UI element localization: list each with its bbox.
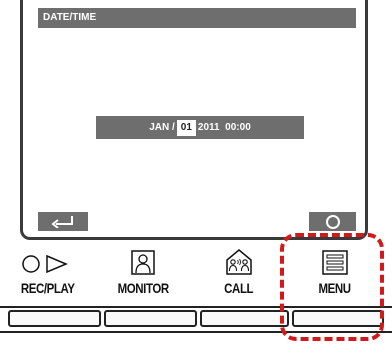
- monitor-key[interactable]: MONITOR: [98, 248, 188, 300]
- date-time-setting[interactable]: JAN / 01 2011 00:00: [96, 116, 304, 139]
- rec-play-key[interactable]: REC/PLAY: [3, 248, 93, 300]
- monitor-hard-button[interactable]: [104, 310, 197, 327]
- day-value-selected[interactable]: 01: [176, 119, 196, 136]
- monitor-label: MONITOR: [117, 280, 169, 296]
- monitor-icon: [131, 250, 155, 275]
- rec-play-icons: [20, 248, 76, 276]
- confirm-button[interactable]: [309, 212, 356, 231]
- intercom-call-icon: [226, 249, 252, 275]
- rec-play-hard-button[interactable]: [8, 310, 101, 327]
- call-label: CALL: [224, 280, 254, 296]
- back-button[interactable]: [38, 212, 88, 231]
- year-time-value[interactable]: 2011 00:00: [198, 122, 251, 133]
- record-play-icon: [22, 254, 68, 274]
- circle-icon: [325, 214, 340, 229]
- call-key[interactable]: CALL: [194, 248, 284, 300]
- rec-play-label: REC/PLAY: [21, 280, 75, 296]
- call-hard-button[interactable]: [200, 310, 289, 327]
- lcd-screen: DATE/TIME JAN / 01 2011 00:00: [20, 0, 368, 240]
- screen-title: DATE/TIME: [38, 8, 356, 28]
- menu-highlight-outline: [280, 233, 384, 341]
- month-value[interactable]: JAN /: [149, 122, 175, 133]
- return-arrow-icon: [51, 216, 73, 228]
